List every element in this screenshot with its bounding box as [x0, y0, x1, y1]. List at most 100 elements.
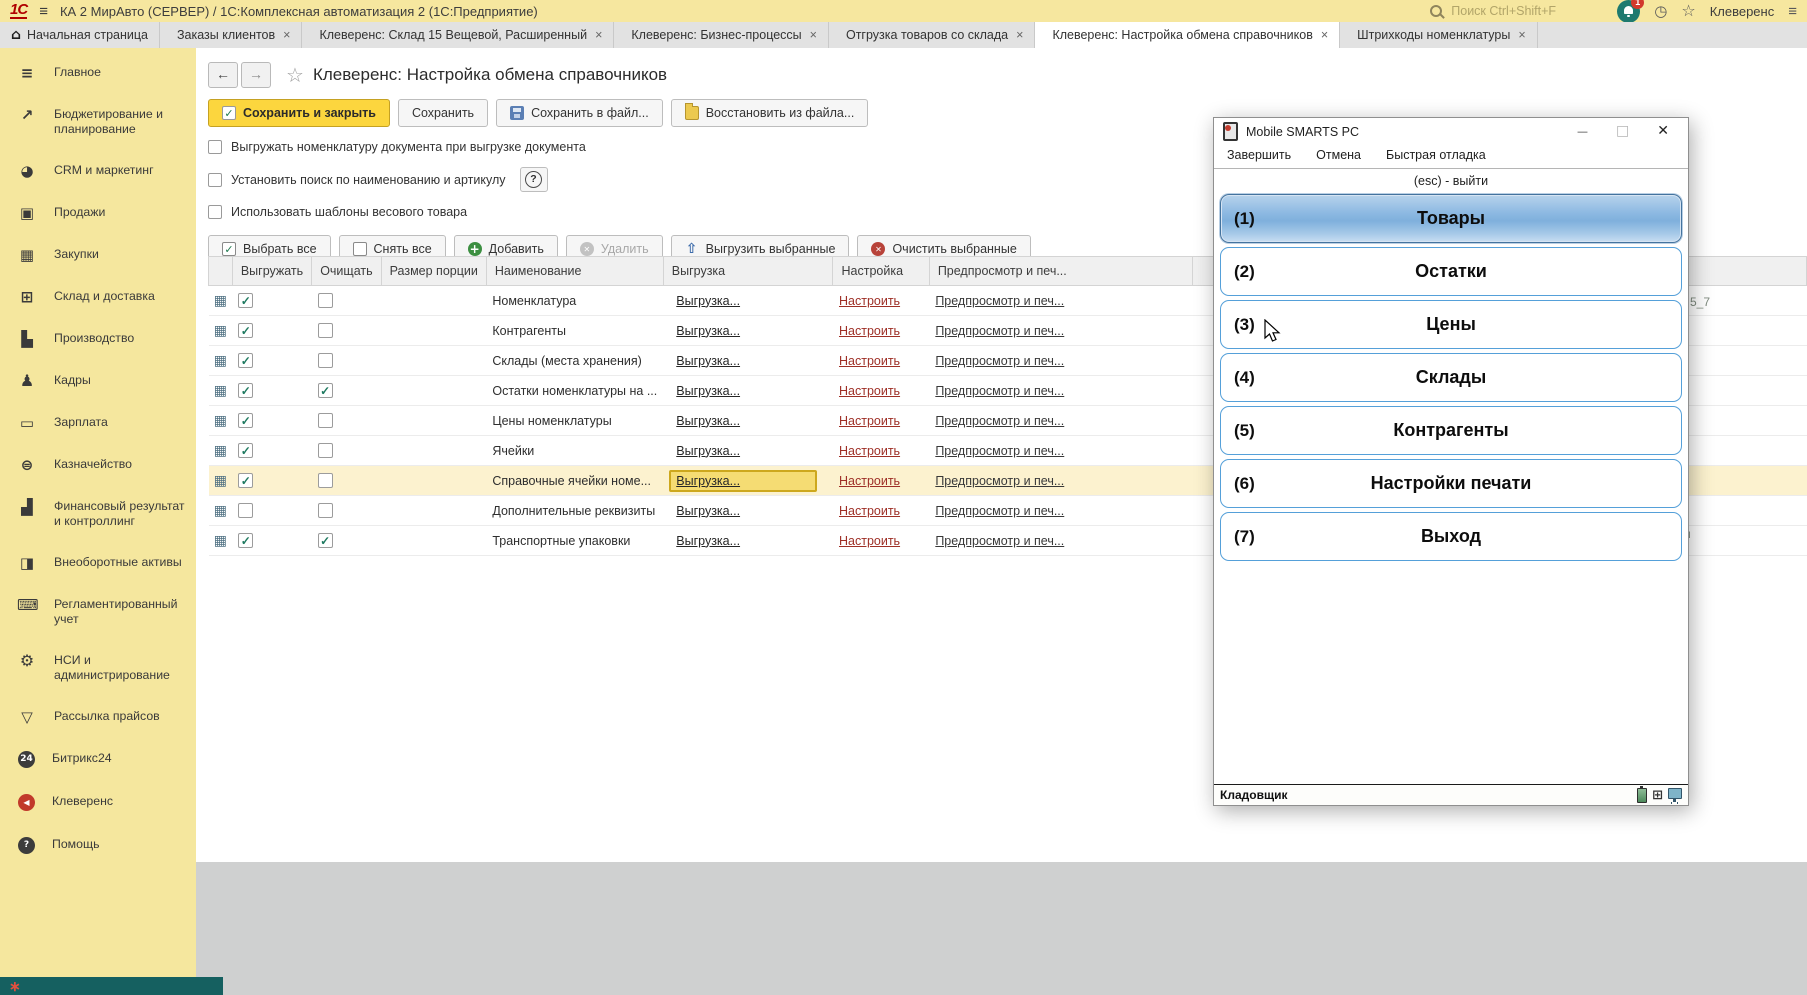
- sidebar-item[interactable]: Склад и доставка: [0, 276, 196, 318]
- smarts-menu-button[interactable]: (5) Контрагенты: [1220, 406, 1682, 455]
- column-header-setup[interactable]: Настройка: [833, 257, 929, 286]
- search-icon[interactable]: [1430, 5, 1442, 17]
- column-header-upload[interactable]: Выгрузка: [663, 257, 833, 286]
- upload-link[interactable]: Выгрузка...: [676, 294, 740, 308]
- tab-close-icon[interactable]: [595, 28, 602, 42]
- clear-checkbox[interactable]: [318, 443, 333, 458]
- column-header-export[interactable]: Выгружать: [232, 257, 311, 286]
- history-icon[interactable]: [1654, 4, 1667, 19]
- upload-link[interactable]: Выгрузка...: [676, 474, 740, 488]
- upload-link[interactable]: Выгрузка...: [676, 444, 740, 458]
- setup-link[interactable]: Настроить: [839, 324, 900, 338]
- export-checkbox[interactable]: [238, 323, 253, 338]
- sidebar-item[interactable]: Зарплата: [0, 402, 196, 444]
- tab[interactable]: Штрихкоды номенклатуры: [1340, 22, 1538, 48]
- global-search[interactable]: [1430, 3, 1603, 19]
- back-button[interactable]: [208, 62, 238, 88]
- forward-button[interactable]: [241, 62, 271, 88]
- clear-checkbox[interactable]: [318, 353, 333, 368]
- checkbox[interactable]: [208, 173, 222, 187]
- preview-link[interactable]: Предпросмотр и печ...: [935, 354, 1064, 368]
- tab[interactable]: Клеверенс: Настройка обмена справочников: [1035, 22, 1340, 48]
- setup-link[interactable]: Настроить: [839, 504, 900, 518]
- smarts-menu-button[interactable]: (3) Цены: [1220, 300, 1682, 349]
- main-menu-icon[interactable]: [39, 3, 48, 20]
- setup-link[interactable]: Настроить: [839, 354, 900, 368]
- sidebar-item[interactable]: Рассылка прайсов: [0, 696, 196, 738]
- preview-link[interactable]: Предпросмотр и печ...: [935, 474, 1064, 488]
- notifications-bell-icon[interactable]: 1: [1617, 0, 1640, 23]
- action-button[interactable]: Восстановить из файла...: [671, 99, 869, 127]
- upload-link[interactable]: Выгрузка...: [676, 384, 740, 398]
- minimize-icon[interactable]: [1577, 125, 1588, 138]
- tab[interactable]: Клеверенс: Склад 15 Вещевой, Расширенный: [302, 22, 614, 48]
- smarts-menu-button[interactable]: (1) Товары: [1220, 194, 1682, 243]
- service-menu-icon[interactable]: [1788, 3, 1797, 20]
- setup-link[interactable]: Настроить: [839, 384, 900, 398]
- tab[interactable]: Начальная страница: [0, 22, 160, 48]
- column-header-preview[interactable]: Предпросмотр и печ...: [929, 257, 1192, 286]
- upload-link[interactable]: Выгрузка...: [676, 414, 740, 428]
- clear-checkbox[interactable]: [318, 413, 333, 428]
- upload-link[interactable]: Выгрузка...: [676, 354, 740, 368]
- setup-link[interactable]: Настроить: [839, 414, 900, 428]
- upload-link[interactable]: Выгрузка...: [676, 534, 740, 548]
- export-checkbox[interactable]: [238, 413, 253, 428]
- sidebar-item[interactable]: НСИ и администрирование: [0, 640, 196, 696]
- column-header-name[interactable]: Наименование: [486, 257, 663, 286]
- user-label[interactable]: Клеверенс: [1710, 4, 1775, 19]
- tab-close-icon[interactable]: [1016, 28, 1023, 42]
- checkbox[interactable]: [208, 140, 222, 154]
- sidebar-item[interactable]: Внеоборотные активы: [0, 542, 196, 584]
- maximize-icon[interactable]: [1616, 125, 1629, 138]
- tab-close-icon[interactable]: [1518, 28, 1525, 42]
- column-header-clear[interactable]: Очищать: [312, 257, 381, 286]
- sidebar-item[interactable]: ◀ Клеверенс: [0, 781, 196, 824]
- upload-link[interactable]: Выгрузка...: [676, 504, 740, 518]
- preview-link[interactable]: Предпросмотр и печ...: [935, 294, 1064, 308]
- sidebar-item[interactable]: Продажи: [0, 192, 196, 234]
- preview-link[interactable]: Предпросмотр и печ...: [935, 534, 1064, 548]
- smarts-menu-button[interactable]: (7) Выход: [1220, 512, 1682, 561]
- clear-checkbox[interactable]: [318, 383, 333, 398]
- sidebar-item[interactable]: CRM и маркетинг: [0, 150, 196, 192]
- help-button[interactable]: [520, 167, 548, 192]
- tab-close-icon[interactable]: [810, 28, 817, 42]
- setup-link[interactable]: Настроить: [839, 294, 900, 308]
- preview-link[interactable]: Предпросмотр и печ...: [935, 444, 1064, 458]
- smarts-menu-button[interactable]: (4) Склады: [1220, 353, 1682, 402]
- sidebar-item[interactable]: Финансовый результат и контроллинг: [0, 486, 196, 542]
- sidebar-item[interactable]: Кадры: [0, 360, 196, 402]
- action-button[interactable]: Сохранить в файл...: [496, 99, 663, 127]
- sidebar-item[interactable]: Регламентированный учет: [0, 584, 196, 640]
- setup-link[interactable]: Настроить: [839, 534, 900, 548]
- export-checkbox[interactable]: [238, 353, 253, 368]
- smarts-menu-button[interactable]: (6) Настройки печати: [1220, 459, 1682, 508]
- favorites-icon[interactable]: [1681, 3, 1695, 19]
- preview-link[interactable]: Предпросмотр и печ...: [935, 324, 1064, 338]
- export-checkbox[interactable]: [238, 383, 253, 398]
- upload-link[interactable]: Выгрузка...: [676, 324, 740, 338]
- sidebar-item[interactable]: Бюджетирование и планирование: [0, 94, 196, 150]
- close-icon[interactable]: [1657, 125, 1669, 138]
- checkbox[interactable]: [208, 205, 222, 219]
- preview-link[interactable]: Предпросмотр и печ...: [935, 414, 1064, 428]
- clear-checkbox[interactable]: [318, 323, 333, 338]
- tab-close-icon[interactable]: [283, 28, 290, 42]
- window-titlebar[interactable]: Mobile SMARTS PC: [1214, 118, 1688, 145]
- export-checkbox[interactable]: [238, 293, 253, 308]
- export-checkbox[interactable]: [238, 443, 253, 458]
- export-checkbox[interactable]: [238, 503, 253, 518]
- action-button[interactable]: Сохранить и закрыть: [208, 99, 390, 127]
- action-button[interactable]: Сохранить: [398, 99, 488, 127]
- tab[interactable]: Клеверенс: Бизнес-процессы: [614, 22, 829, 48]
- sidebar-item[interactable]: Главное: [0, 52, 196, 94]
- global-search-input[interactable]: [1449, 3, 1603, 19]
- sidebar-item[interactable]: Закупки: [0, 234, 196, 276]
- tab-close-icon[interactable]: [1321, 28, 1328, 42]
- setup-link[interactable]: Настроить: [839, 474, 900, 488]
- sidebar-item[interactable]: Казначейство: [0, 444, 196, 486]
- clear-checkbox[interactable]: [318, 533, 333, 548]
- preview-link[interactable]: Предпросмотр и печ...: [935, 504, 1064, 518]
- clear-checkbox[interactable]: [318, 293, 333, 308]
